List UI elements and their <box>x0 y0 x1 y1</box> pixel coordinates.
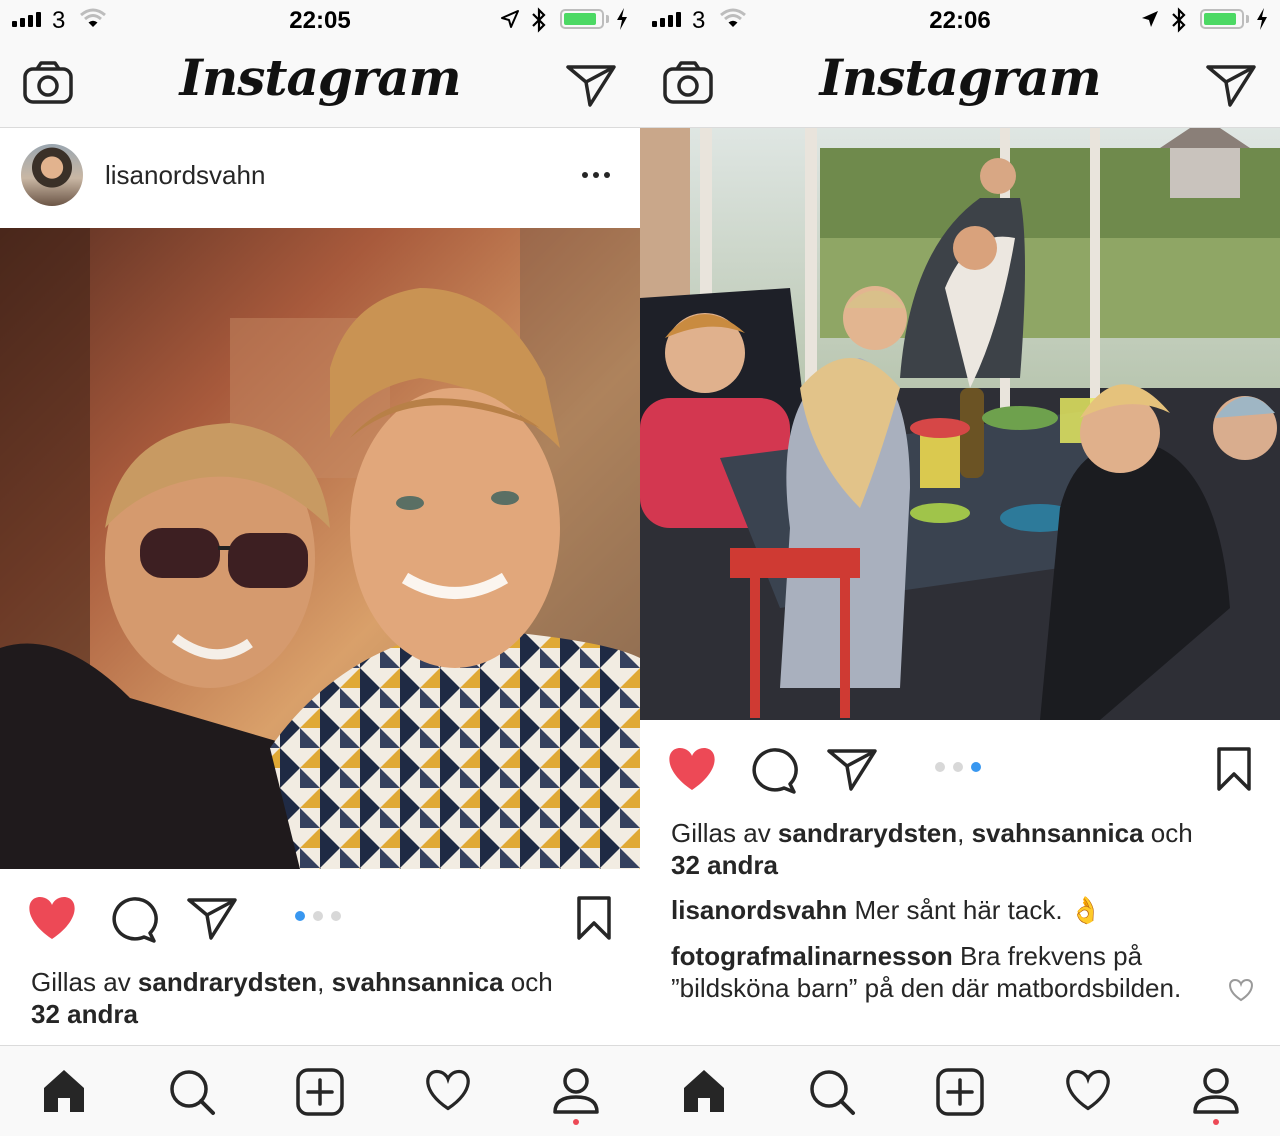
likes-prefix: Gillas av <box>671 818 778 848</box>
likes-prefix: Gillas av <box>31 967 138 997</box>
top-navigation: Instagram <box>640 40 1280 128</box>
bookmark-icon[interactable] <box>1214 746 1254 792</box>
carousel-dot <box>953 762 963 772</box>
liker-username[interactable]: sandrarydsten <box>778 818 957 848</box>
likes-others-count[interactable]: 32 andra <box>31 999 138 1029</box>
carousel-dot <box>331 911 341 921</box>
liker-username[interactable]: svahnsannica <box>972 818 1144 848</box>
comment: lisanordsvahn Mer sånt här tack. 👌 <box>671 894 1231 926</box>
likes-conjunction: och <box>1143 818 1193 848</box>
likes-conjunction: och <box>503 967 553 997</box>
liker-username[interactable]: svahnsannica <box>332 967 504 997</box>
post-photo-selfie[interactable] <box>0 228 640 869</box>
likes-summary[interactable]: Gillas av sandrarydsten, svahnsannica oc… <box>31 966 621 1030</box>
likes-separator: , <box>317 967 332 997</box>
post-action-bar <box>0 869 640 959</box>
post-action-bar <box>640 720 1280 810</box>
profile-icon[interactable] <box>1192 1068 1240 1114</box>
comment: fotografmalinarnesson Bra frekvens på ”b… <box>671 940 1211 1004</box>
carousel-indicator <box>295 911 341 921</box>
comment-bubble-icon[interactable] <box>748 746 798 794</box>
avatar[interactable] <box>21 144 83 206</box>
share-icon[interactable] <box>826 746 878 792</box>
location-icon <box>501 10 519 28</box>
heart-outline-icon[interactable] <box>424 1068 472 1112</box>
status-bar: 3 22:06 <box>640 0 1280 40</box>
comment-heart-icon[interactable] <box>1228 978 1254 1002</box>
bluetooth-icon <box>1172 7 1186 33</box>
bluetooth-icon <box>532 7 546 33</box>
comment-username[interactable]: fotografmalinarnesson <box>671 941 953 971</box>
likes-others-count[interactable]: 32 andra <box>671 850 778 880</box>
battery-icon <box>1200 9 1244 29</box>
carousel-dot <box>295 911 305 921</box>
carousel-dot <box>935 762 945 772</box>
profile-icon[interactable] <box>552 1068 600 1114</box>
likes-separator: , <box>957 818 972 848</box>
plus-square-icon[interactable] <box>296 1068 344 1116</box>
comment-text: Mer sånt här tack. 👌 <box>847 895 1103 925</box>
battery-icon <box>560 9 604 29</box>
battery-level <box>1204 13 1236 25</box>
plus-square-icon[interactable] <box>936 1068 984 1116</box>
phone-screen-left: 3 22:05 Instagram lisanordsvahn Gillas a… <box>0 0 640 1136</box>
notification-dot <box>573 1119 579 1125</box>
heart-icon[interactable] <box>666 746 718 792</box>
charging-icon <box>1257 8 1267 30</box>
search-icon[interactable] <box>168 1068 216 1116</box>
location-icon <box>1142 11 1158 27</box>
search-icon[interactable] <box>808 1068 856 1116</box>
battery-level <box>564 13 596 25</box>
home-icon[interactable] <box>680 1068 728 1114</box>
instagram-logo[interactable]: Instagram <box>0 48 640 107</box>
notification-dot <box>1213 1119 1219 1125</box>
status-bar: 3 22:05 <box>0 0 640 40</box>
likes-summary[interactable]: Gillas av sandrarydsten, svahnsannica oc… <box>671 817 1261 881</box>
carousel-dot <box>971 762 981 772</box>
share-icon[interactable] <box>186 895 238 941</box>
instagram-logo[interactable]: Instagram <box>640 48 1280 107</box>
paper-plane-icon[interactable] <box>1205 62 1257 108</box>
comment-bubble-icon[interactable] <box>108 895 158 943</box>
top-navigation: Instagram <box>0 40 640 128</box>
carousel-indicator <box>935 762 981 772</box>
paper-plane-icon[interactable] <box>565 62 617 108</box>
phone-screen-right: 3 22:06 Instagram Gillas av sandrarydste… <box>640 0 1280 1136</box>
heart-icon[interactable] <box>26 895 78 941</box>
post-username[interactable]: lisanordsvahn <box>105 160 265 191</box>
post-header: lisanordsvahn <box>0 128 640 228</box>
charging-icon <box>617 8 627 30</box>
bottom-tab-bar <box>0 1045 640 1136</box>
liker-username[interactable]: sandrarydsten <box>138 967 317 997</box>
heart-outline-icon[interactable] <box>1064 1068 1112 1112</box>
battery-tip <box>1246 15 1249 23</box>
comment-username[interactable]: lisanordsvahn <box>671 895 847 925</box>
post-photo-dinner[interactable] <box>640 128 1280 720</box>
carousel-dot <box>313 911 323 921</box>
bottom-tab-bar <box>640 1045 1280 1136</box>
home-icon[interactable] <box>40 1068 88 1114</box>
battery-tip <box>606 15 609 23</box>
bookmark-icon[interactable] <box>574 895 614 941</box>
more-options-icon[interactable] <box>582 172 610 178</box>
